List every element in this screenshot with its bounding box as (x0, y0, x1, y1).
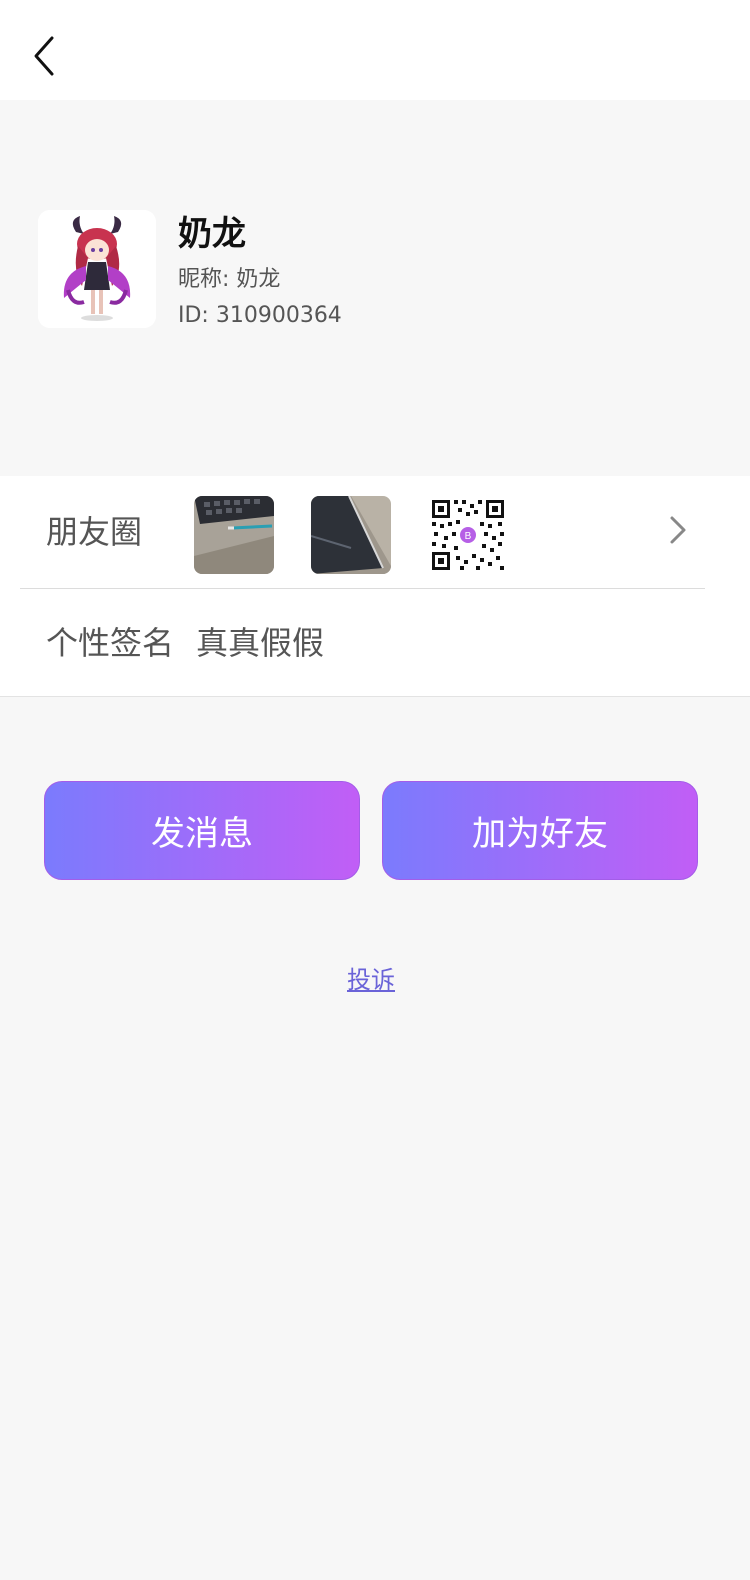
moments-thumbnail[interactable] (311, 496, 391, 574)
profile-nickname: 昵称: 奶龙 (178, 267, 281, 292)
signature-label: 个性签名 (46, 624, 175, 662)
avatar[interactable] (38, 210, 156, 328)
info-card: 朋友圈 B 个性签名 真真假假 (0, 476, 750, 697)
chevron-right-icon (670, 516, 686, 544)
anime-character-avatar (38, 210, 156, 328)
signature-value: 真真假假 (196, 624, 325, 662)
chevron-left-icon (34, 36, 54, 76)
signature-row: 个性签名 真真假假 (0, 589, 750, 697)
profile-id: ID: 310900364 (178, 303, 342, 328)
svg-text:B: B (465, 531, 472, 542)
profile-section: 奶龙 昵称: 奶龙 ID: 310900364 (0, 100, 750, 476)
phone-corner-photo (311, 496, 391, 574)
moments-thumbnail[interactable]: B (428, 496, 508, 574)
top-bar (0, 0, 750, 100)
add-friend-button[interactable]: 加为好友 (382, 781, 698, 880)
moments-row[interactable]: 朋友圈 B (0, 476, 750, 588)
qr-code-image: B (428, 496, 508, 574)
back-button[interactable] (22, 30, 66, 82)
complaint-link[interactable]: 投诉 (347, 966, 395, 994)
send-message-button[interactable]: 发消息 (44, 781, 360, 880)
moments-thumbnail[interactable] (194, 496, 274, 574)
moments-label: 朋友圈 (46, 513, 143, 551)
keyboard-pen-photo (194, 496, 274, 574)
profile-name: 奶龙 (178, 214, 246, 254)
complaint-link-wrap: 投诉 (0, 962, 742, 998)
